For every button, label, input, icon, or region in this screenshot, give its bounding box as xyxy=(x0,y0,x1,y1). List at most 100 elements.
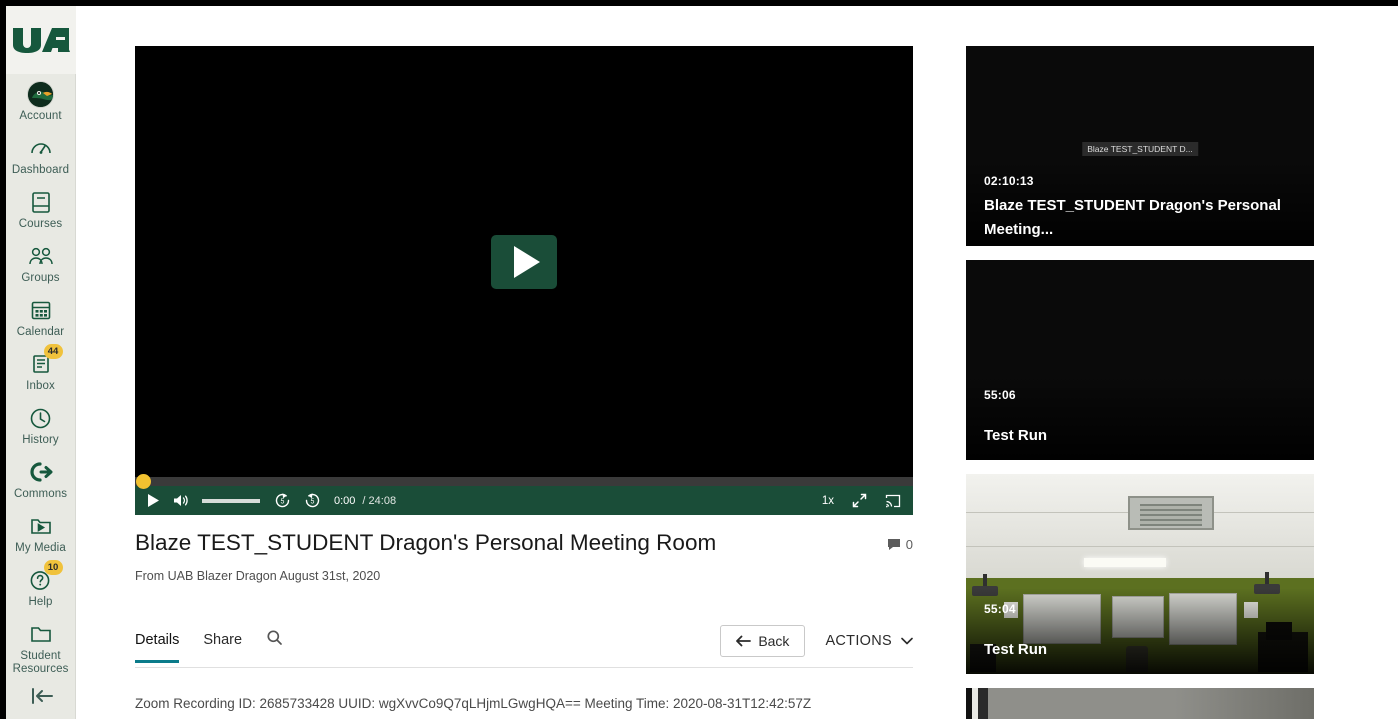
playback-speed-button[interactable]: 1x xyxy=(822,495,834,507)
sidebar-item-label: History xyxy=(7,434,75,447)
arrow-left-icon xyxy=(736,635,751,647)
related-media-rail: Blaze TEST_STUDENT D... 02:10:13 Blaze T… xyxy=(966,46,1314,719)
thumbnail-title: Test Run xyxy=(984,638,1296,662)
fullscreen-icon xyxy=(852,493,867,508)
inbox-badge: 44 xyxy=(44,344,63,359)
uab-logo[interactable] xyxy=(6,6,76,74)
question-circle-icon: 10 xyxy=(27,566,55,594)
sidebar-item-label: Courses xyxy=(7,218,75,231)
video-meta: From UAB Blazer Dragon August 31st, 2020 xyxy=(135,569,913,583)
back-button[interactable]: Back xyxy=(720,625,805,657)
comment-bubble-icon xyxy=(887,538,901,551)
sidebar-item-account[interactable]: Account xyxy=(6,74,76,128)
app-window: Account Dashboard Courses xyxy=(6,6,1398,719)
fullscreen-button[interactable] xyxy=(852,493,867,508)
sidebar-item-label: Commons xyxy=(7,488,75,501)
sidebar-item-label: Account xyxy=(7,110,75,123)
thumbnail-duration: 55:04 xyxy=(984,602,1016,616)
related-media-item[interactable] xyxy=(966,688,1314,719)
sidebar-item-label: Calendar xyxy=(7,326,75,339)
thumbnail-title: Blaze TEST_STUDENT Dragon's Personal Mee… xyxy=(984,194,1296,242)
related-media-item[interactable]: 55:04 Test Run xyxy=(966,474,1314,674)
comment-count[interactable]: 0 xyxy=(887,529,913,552)
forward-5-icon: 5 xyxy=(304,492,321,509)
play-triangle-icon xyxy=(514,246,540,278)
sidebar-item-calendar[interactable]: Calendar xyxy=(6,290,76,344)
search-icon xyxy=(266,629,283,646)
sidebar-item-label: Dashboard xyxy=(7,164,75,177)
sidebar-item-my-media[interactable]: My Media xyxy=(6,506,76,560)
actions-dropdown[interactable]: ACTIONS xyxy=(825,633,913,649)
main-content: 5 5 0:00 / 24:08 1x xyxy=(76,6,1398,719)
volume-slider[interactable] xyxy=(202,499,260,503)
inbox-icon: 44 xyxy=(27,350,55,378)
big-play-button[interactable] xyxy=(491,235,557,289)
rewind-5-button[interactable]: 5 xyxy=(274,492,291,509)
uab-logo-icon xyxy=(12,27,70,53)
volume-icon xyxy=(173,493,189,508)
rewind-5-icon: 5 xyxy=(274,492,291,509)
tab-bar: Details Share Back xyxy=(135,623,913,668)
sidebar-item-label: My Media xyxy=(7,542,75,555)
calendar-icon xyxy=(27,296,55,324)
tab-share[interactable]: Share xyxy=(203,632,242,663)
sidebar-item-inbox[interactable]: 44 Inbox xyxy=(6,344,76,398)
thumbnail-image xyxy=(966,688,1314,719)
search-button[interactable] xyxy=(266,629,283,661)
folder-icon xyxy=(27,620,55,648)
help-badge: 10 xyxy=(44,560,63,575)
volume-button[interactable] xyxy=(173,493,189,508)
arrow-right-circle-icon xyxy=(27,458,55,486)
sidebar-item-help[interactable]: 10 Help xyxy=(6,560,76,614)
thumbnail-duration: 55:06 xyxy=(984,388,1016,402)
video-column: 5 5 0:00 / 24:08 1x xyxy=(135,46,913,711)
related-media-item[interactable]: 55:06 Test Run xyxy=(966,260,1314,460)
forward-5-button[interactable]: 5 xyxy=(304,492,321,509)
global-navigation-sidebar: Account Dashboard Courses xyxy=(6,6,76,719)
thumbnail-duration: 02:10:13 xyxy=(984,174,1034,188)
zoom-recording-info: Zoom Recording ID: 2685733428 UUID: wgXv… xyxy=(135,696,913,711)
avatar-icon xyxy=(27,80,55,108)
sidebar-item-commons[interactable]: Commons xyxy=(6,452,76,506)
speedometer-icon xyxy=(27,134,55,162)
related-media-item[interactable]: Blaze TEST_STUDENT D... 02:10:13 Blaze T… xyxy=(966,46,1314,246)
sidebar-item-courses[interactable]: Courses xyxy=(6,182,76,236)
play-button[interactable] xyxy=(147,493,160,508)
cast-icon xyxy=(885,494,901,508)
player-controls-right: 1x xyxy=(814,493,901,508)
sidebar-item-label: Help xyxy=(7,596,75,609)
sidebar-item-student-resources[interactable]: Student Resources xyxy=(6,614,76,681)
sidebar-item-dashboard[interactable]: Dashboard xyxy=(6,128,76,182)
media-folder-icon xyxy=(27,512,55,540)
video-player[interactable]: 5 5 0:00 / 24:08 1x xyxy=(135,46,913,515)
tab-details[interactable]: Details xyxy=(135,632,179,663)
sidebar-item-history[interactable]: History xyxy=(6,398,76,452)
sidebar-item-label: Groups xyxy=(7,272,75,285)
collapse-arrow-icon xyxy=(26,685,56,707)
back-button-label: Back xyxy=(758,633,789,649)
book-icon xyxy=(27,188,55,216)
play-icon xyxy=(147,493,160,508)
current-time: 0:00 xyxy=(334,495,355,507)
thumbnail-title: Test Run xyxy=(984,424,1296,448)
clock-icon xyxy=(27,404,55,432)
sidebar-item-label: Student Resources xyxy=(7,650,75,676)
svg-text:5: 5 xyxy=(311,499,315,506)
video-stage[interactable] xyxy=(135,46,913,477)
collapse-navigation-button[interactable] xyxy=(6,685,76,707)
thumbnail-overlay-label: Blaze TEST_STUDENT D... xyxy=(1082,142,1198,156)
comment-count-value: 0 xyxy=(906,537,913,552)
actions-dropdown-label: ACTIONS xyxy=(825,633,892,649)
progress-scrubber[interactable] xyxy=(135,477,913,486)
chevron-down-icon xyxy=(901,637,913,645)
player-controls: 5 5 0:00 / 24:08 1x xyxy=(135,486,913,515)
video-title: Blaze TEST_STUDENT Dragon's Personal Mee… xyxy=(135,529,887,557)
video-title-row: Blaze TEST_STUDENT Dragon's Personal Mee… xyxy=(135,529,913,557)
svg-text:5: 5 xyxy=(281,499,285,506)
cast-button[interactable] xyxy=(885,494,901,508)
tab-bar-actions: Back ACTIONS xyxy=(720,625,913,665)
sidebar-item-groups[interactable]: Groups xyxy=(6,236,76,290)
sidebar-item-label: Inbox xyxy=(7,380,75,393)
progress-knob[interactable] xyxy=(136,474,151,489)
people-icon xyxy=(27,242,55,270)
